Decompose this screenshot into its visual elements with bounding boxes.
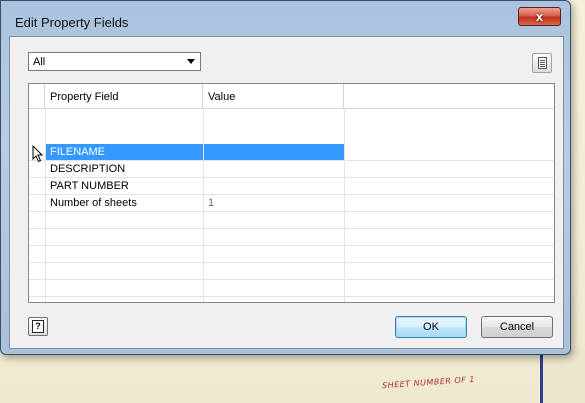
value-cell[interactable] (204, 161, 344, 177)
table-row (29, 229, 554, 246)
column-header-value[interactable]: Value (203, 84, 344, 108)
table-row (29, 280, 554, 297)
value-cell[interactable] (204, 144, 344, 160)
filter-selected-value: All (33, 55, 46, 68)
property-field-cell[interactable]: FILENAME (46, 144, 203, 160)
row-header-column (29, 84, 45, 108)
table-row (29, 212, 554, 229)
property-field-cell[interactable]: PART NUMBER (46, 178, 203, 194)
help-icon: ? (32, 320, 44, 333)
document-icon (538, 57, 547, 69)
toolbar-document-button[interactable] (532, 53, 552, 73)
dialog-title: Edit Property Fields (15, 15, 129, 30)
dialog-client-area: All Property Field Value FILENAME DESCRI (9, 36, 564, 349)
drawing-border-area (543, 350, 585, 403)
property-grid[interactable]: Property Field Value FILENAME DESCRIPTIO… (28, 83, 555, 303)
value-cell[interactable] (204, 178, 344, 194)
chevron-down-icon (187, 59, 195, 64)
table-row[interactable]: Number of sheets 1 (29, 195, 554, 212)
close-button[interactable]: x (518, 7, 561, 26)
property-field-cell[interactable]: DESCRIPTION (46, 161, 203, 177)
ok-button[interactable]: OK (395, 316, 467, 338)
mouse-cursor-icon (32, 145, 44, 163)
help-button[interactable]: ? (28, 317, 48, 336)
filter-dropdown[interactable]: All (28, 52, 201, 71)
table-row[interactable]: DESCRIPTION (29, 161, 554, 178)
column-header-property-field[interactable]: Property Field (45, 84, 203, 108)
edit-property-fields-dialog: Edit Property Fields x All Property Fiel… (0, 0, 571, 355)
table-row (29, 246, 554, 263)
close-icon: x (535, 9, 544, 24)
value-cell[interactable]: 1 (204, 195, 344, 211)
table-row[interactable]: PART NUMBER (29, 178, 554, 195)
cancel-button[interactable]: Cancel (481, 316, 553, 338)
property-field-cell[interactable]: Number of sheets (46, 195, 203, 211)
table-row[interactable]: FILENAME (29, 144, 554, 161)
grid-header: Property Field Value (29, 84, 554, 109)
table-row (29, 263, 554, 280)
